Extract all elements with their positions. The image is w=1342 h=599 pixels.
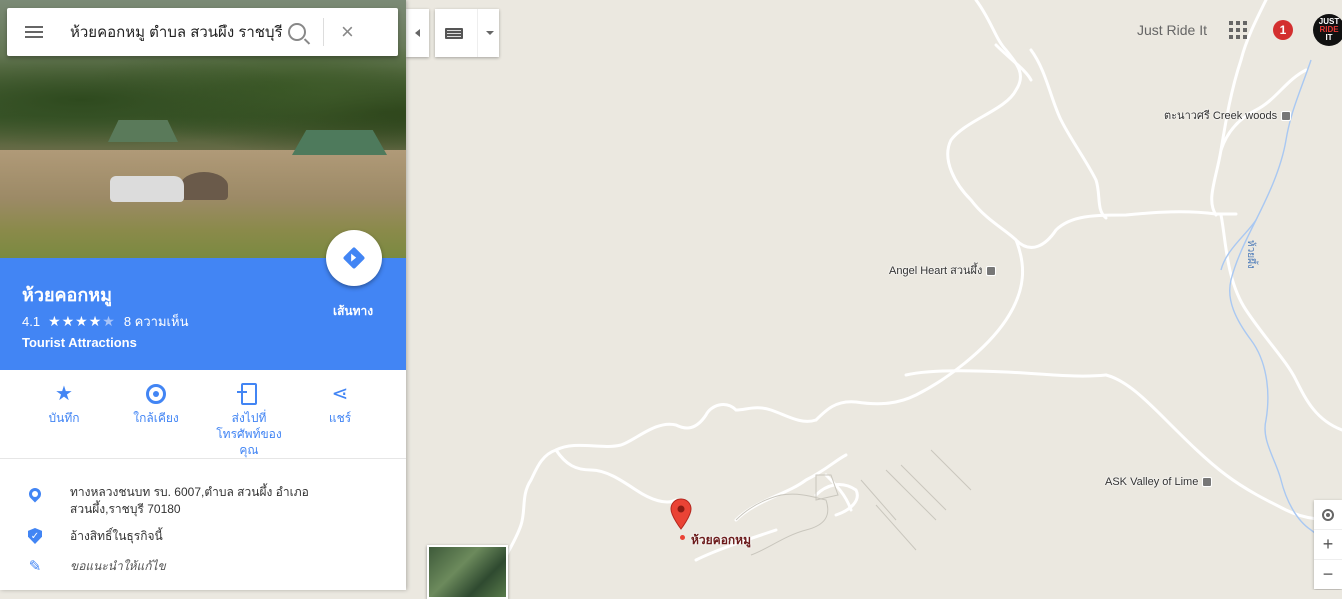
send-to-phone-icon	[237, 383, 257, 405]
suggest-icon-wrap: ✎	[0, 558, 70, 575]
directions-label[interactable]: เส้นทาง	[333, 302, 373, 321]
share-button[interactable]: ⋖ แชร์	[294, 382, 386, 426]
map-label-creek-woods[interactable]: ตะนาวศรี Creek woods	[1164, 106, 1292, 124]
map-pin-label[interactable]: ห้วยคอกหมู	[691, 531, 751, 550]
map-canvas[interactable]: ตะนาวศรี Creek woods Angel Heart สวนผึ้ง…	[406, 0, 1342, 590]
collapse-arrow-icon	[415, 29, 420, 37]
pencil-icon: ✎	[28, 558, 42, 575]
save-button[interactable]: ★ บันทึก	[18, 382, 110, 426]
dropdown-arrow-icon[interactable]	[486, 31, 494, 35]
place-category[interactable]: Tourist Attractions	[22, 335, 137, 350]
search-box: ×	[7, 8, 398, 56]
my-location-icon	[1322, 508, 1334, 521]
pin-dot	[680, 535, 685, 540]
shield-check-icon: ✓	[28, 528, 42, 544]
claim-business-row[interactable]: ✓ อ้างสิทธิ์ในธุรกิจนี้	[0, 528, 406, 545]
map-label-stream: ห้วยผึ้ง	[1245, 240, 1256, 269]
map-roads	[479, 0, 1342, 590]
rating-row: 4.1 ★★★★★ 8 ความเห็น	[22, 311, 188, 332]
satellite-toggle[interactable]	[427, 545, 508, 599]
nearby-icon	[146, 384, 166, 404]
search-icon[interactable]	[288, 23, 306, 41]
input-tools-button[interactable]	[435, 9, 499, 57]
hotel-icon	[986, 266, 997, 277]
avatar[interactable]: JUST RIDE IT	[1313, 14, 1342, 46]
notification-badge[interactable]: 1	[1273, 20, 1293, 40]
place-header: ห้วยคอกหมู 4.1 ★★★★★ 8 ความเห็น Tourist …	[0, 230, 406, 370]
photo-car	[110, 176, 184, 202]
claim-business-link: อ้างสิทธิ์ในธุรกิจนี้	[70, 529, 163, 543]
apps-grid-icon[interactable]	[1229, 21, 1247, 39]
my-location-button[interactable]	[1314, 500, 1342, 530]
nearby-icon-wrap	[110, 382, 202, 406]
send-to-phone-button[interactable]: ส่งไปที่โทรศัพท์ของคุณ	[202, 382, 296, 458]
send-icon-wrap	[202, 382, 296, 406]
camera-icon	[1281, 111, 1292, 122]
directions-icon	[342, 246, 366, 270]
place-panel: × ห้วยคอกหมู 4.1 ★★★★★ 8 ความเห็น Touris…	[0, 0, 406, 590]
close-icon[interactable]: ×	[341, 21, 354, 43]
photo-tent	[180, 172, 228, 200]
share-icon: ⋖	[331, 383, 349, 405]
map-label-ask-valley[interactable]: ASK Valley of Lime	[1105, 476, 1213, 488]
rating-stars: ★★★★★	[48, 313, 116, 329]
address-icon-wrap	[0, 484, 70, 518]
address-row[interactable]: ทางหลวงชนบท รบ. 6007,ตำบล สวนผึ้ง อำเภอ …	[0, 484, 406, 518]
location-pin-icon[interactable]	[670, 498, 692, 530]
map-label-angel-heart[interactable]: Angel Heart สวนผึ้ง	[889, 261, 997, 279]
poi-icon	[1202, 477, 1213, 488]
account-bar: Just Ride It 1 JUST RIDE IT	[1137, 0, 1342, 60]
suggest-edit-link: ขอแนะนำให้แก้ไข	[70, 559, 166, 573]
menu-icon[interactable]	[25, 26, 43, 38]
nearby-label: ใกล้เคียง	[133, 411, 179, 425]
save-label: บันทึก	[48, 411, 80, 425]
zoom-controls: + −	[1314, 500, 1342, 589]
search-input[interactable]	[70, 23, 288, 41]
divider	[323, 18, 324, 46]
suggest-edit-row[interactable]: ✎ ขอแนะนำให้แก้ไข	[0, 558, 406, 575]
location-icon	[26, 485, 44, 503]
photo-hut	[108, 120, 178, 142]
address-text: ทางหลวงชนบท รบ. 6007,ตำบล สวนผึ้ง อำเภอ …	[70, 485, 309, 516]
nearby-button[interactable]: ใกล้เคียง	[110, 382, 202, 426]
action-bar: ★ บันทึก ใกล้เคียง ส่งไปที่โทรศัพท์ของคุ…	[0, 370, 406, 459]
send-to-phone-label: ส่งไปที่โทรศัพท์ของคุณ	[216, 411, 282, 457]
reviews-link[interactable]: 8 ความเห็น	[124, 311, 189, 332]
place-title: ห้วยคอกหมู	[22, 285, 112, 305]
account-name-link[interactable]: Just Ride It	[1137, 22, 1207, 38]
divider	[477, 9, 478, 57]
rating-value: 4.1	[22, 314, 41, 329]
zoom-in-button[interactable]: +	[1314, 530, 1342, 560]
directions-button[interactable]	[326, 230, 382, 286]
share-label: แชร์	[328, 411, 352, 425]
claim-icon-wrap: ✓	[0, 528, 70, 545]
photo-hut	[292, 130, 387, 155]
star-icon: ★	[55, 383, 73, 405]
zoom-out-button[interactable]: −	[1314, 560, 1342, 589]
keyboard-icon	[445, 27, 463, 39]
collapse-panel-button[interactable]	[406, 9, 429, 57]
